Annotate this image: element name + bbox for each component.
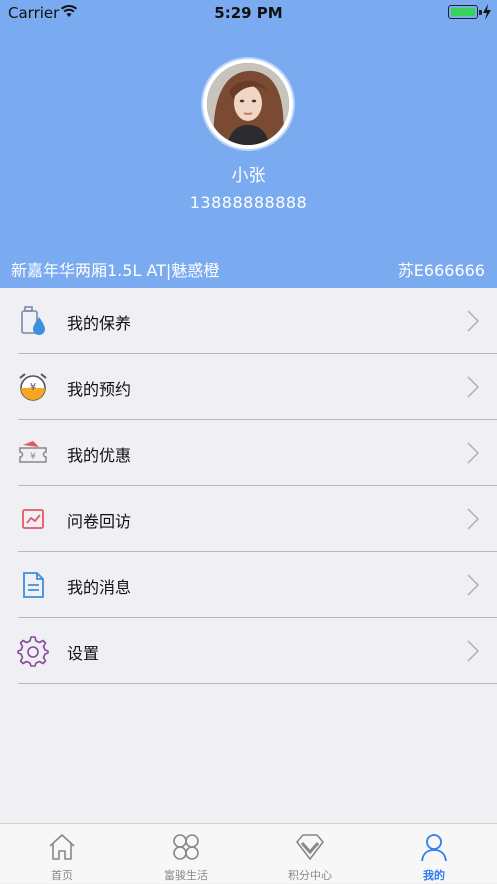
menu-item-messages[interactable]: 我的消息 — [0, 552, 497, 618]
menu-item-survey[interactable]: 问卷回访 — [0, 486, 497, 552]
tab-points[interactable]: 积分中心 — [248, 824, 372, 884]
chevron-right-icon — [467, 508, 480, 530]
tab-label: 我的 — [423, 869, 445, 882]
chevron-right-icon — [467, 310, 480, 332]
tab-mine[interactable]: 我的 — [372, 824, 496, 884]
menu-item-coupons[interactable]: ¥ 我的优惠 — [0, 420, 497, 486]
maintenance-oil-icon — [21, 306, 45, 335]
alarm-clock-icon: ¥ — [19, 373, 47, 401]
chevron-right-icon — [467, 442, 480, 464]
clock-time: 5:29 PM — [214, 4, 283, 22]
person-icon — [421, 834, 447, 862]
menu-label: 我的优惠 — [67, 446, 132, 465]
tab-home[interactable]: 首页 — [0, 824, 124, 884]
user-name: 小张 — [231, 166, 266, 186]
chevron-right-icon — [467, 376, 480, 398]
svg-text:¥: ¥ — [30, 382, 36, 393]
diamond-icon — [296, 834, 324, 860]
tab-life[interactable]: 富骏生活 — [124, 824, 248, 884]
tab-label: 积分中心 — [288, 869, 332, 882]
tab-label: 富骏生活 — [164, 869, 208, 882]
license-plate: 苏E666666 — [397, 261, 485, 280]
menu-item-settings[interactable]: 设置 — [0, 618, 497, 684]
tab-bar: 首页 富骏生活 积分中心 我的 — [0, 823, 497, 883]
menu-label: 我的预约 — [67, 380, 132, 399]
car-model: 新嘉年华两厢1.5L AT|魅惑橙 — [11, 261, 220, 280]
menu-item-appointment[interactable]: ¥ 我的预约 — [0, 354, 497, 420]
settings-gear-icon — [17, 636, 49, 667]
menu-label: 我的保养 — [67, 314, 132, 333]
menu-label: 问卷回访 — [67, 512, 132, 531]
svg-text:¥: ¥ — [30, 452, 36, 462]
chevron-right-icon — [467, 640, 480, 662]
menu-label: 设置 — [67, 644, 100, 663]
clover-icon — [173, 834, 199, 860]
profile-menu: 我的保养 ¥ 我的预约 ¥ 我的优惠 问卷回访 我的消息 设置 — [0, 288, 497, 684]
chevron-right-icon — [467, 574, 480, 596]
message-document-icon — [23, 572, 44, 598]
avatar-photo — [207, 63, 289, 145]
divider — [18, 683, 497, 684]
battery-icon — [448, 5, 482, 19]
avatar[interactable] — [203, 59, 293, 149]
menu-label: 我的消息 — [67, 578, 132, 597]
tab-label: 首页 — [51, 869, 73, 882]
profile-header: Carrier 5:29 PM 小张 13888888888 新嘉年华两厢1.5… — [0, 0, 497, 288]
survey-chart-icon — [22, 509, 44, 529]
home-icon — [49, 834, 75, 860]
coupon-ticket-icon: ¥ — [19, 441, 47, 463]
menu-item-maintenance[interactable]: 我的保养 — [0, 288, 497, 354]
user-phone: 13888888888 — [189, 193, 308, 212]
status-bar: Carrier 5:29 PM — [0, 0, 497, 26]
charging-bolt-icon — [483, 4, 491, 20]
